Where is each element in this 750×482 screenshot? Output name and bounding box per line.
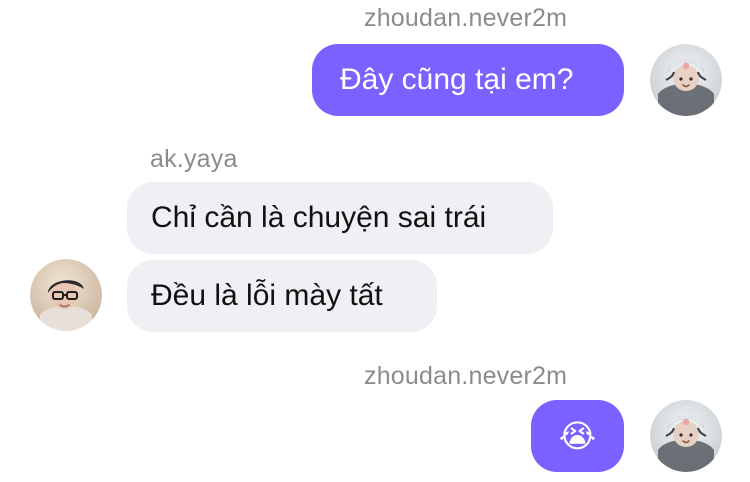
message-text: Đây cũng tại em? — [340, 63, 574, 96]
chat-thread: zhoudan.never2m Đây cũng tại em? ak.yaya — [0, 0, 750, 482]
message-bubble[interactable]: 😭 — [531, 400, 624, 472]
avatar[interactable] — [650, 44, 722, 116]
sender-name: ak.yaya — [150, 145, 238, 173]
message-text: Chỉ cần là chuyện sai trái — [151, 201, 487, 234]
sender-name: zhoudan.never2m — [364, 4, 568, 32]
avatar[interactable] — [650, 400, 722, 472]
message-text: Đều là lỗi mày tất — [151, 279, 383, 312]
message-bubble[interactable]: Đây cũng tại em? — [312, 44, 624, 116]
avatar-icon — [30, 259, 102, 331]
crying-face-emoji: 😭 — [558, 417, 597, 455]
avatar-icon — [650, 400, 722, 472]
avatar[interactable] — [30, 259, 102, 331]
sender-name: zhoudan.never2m — [364, 362, 568, 390]
message-bubble[interactable]: Đều là lỗi mày tất — [127, 260, 437, 332]
message-bubble[interactable]: Chỉ cần là chuyện sai trái — [127, 182, 553, 254]
avatar-icon — [650, 44, 722, 116]
